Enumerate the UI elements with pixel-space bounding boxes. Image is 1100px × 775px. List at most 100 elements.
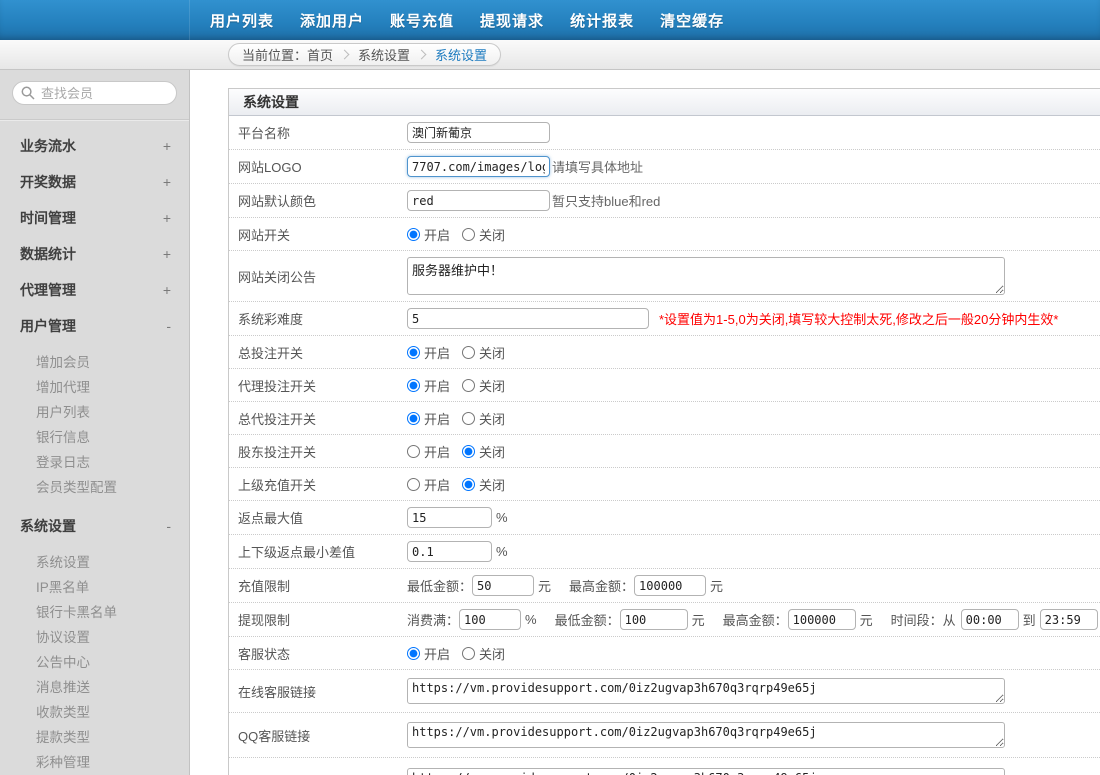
field-label: 网站默认颜色 [238, 191, 407, 210]
expand-icon[interactable]: + [163, 138, 171, 154]
sidebar-item-payment-type[interactable]: 收款类型 [0, 699, 189, 724]
radio-on[interactable] [407, 379, 420, 392]
qq-service-link-textarea[interactable]: https://vm.providesupport.com/0iz2ugvap3… [407, 722, 1005, 748]
online-service-link-textarea[interactable]: https://vm.providesupport.com/0iz2ugvap3… [407, 678, 1005, 704]
close-notice-textarea[interactable]: 服务器维护中！ [407, 257, 1005, 295]
sidebar-group-agent-management[interactable]: 代理管理 + [0, 272, 189, 308]
collapse-icon[interactable]: - [166, 318, 171, 334]
platform-name-input[interactable] [407, 122, 550, 143]
lottery-difficulty-input[interactable] [407, 308, 649, 329]
site-logo-input[interactable] [407, 156, 550, 177]
rebate-min-diff-input[interactable] [407, 541, 492, 562]
withdraw-consume-input[interactable] [459, 609, 521, 630]
main-content: 系统设置 平台名称 网站LOGO 请填写具体地址 网站默认颜色 [190, 70, 1100, 775]
radio-on[interactable] [407, 445, 420, 458]
site-color-input[interactable] [407, 190, 550, 211]
row-site-switch: 网站开关 开启 关闭 [229, 218, 1100, 251]
withdraw-time-to-input[interactable] [1040, 609, 1098, 630]
radio-option-on[interactable]: 开启 [407, 442, 450, 461]
row-qq-service-link: QQ客服链接 https://vm.providesupport.com/0iz… [229, 713, 1100, 758]
radio-on[interactable] [407, 228, 420, 241]
topnav-item-statistics-report[interactable]: 统计报表 [557, 10, 647, 31]
radio-off[interactable] [462, 647, 475, 660]
row-site-logo: 网站LOGO 请填写具体地址 [229, 150, 1100, 184]
withdraw-time-from-input[interactable] [961, 609, 1019, 630]
radio-on[interactable] [407, 478, 420, 491]
radio-on[interactable] [407, 647, 420, 660]
radio-off[interactable] [462, 478, 475, 491]
sidebar-item-agreement-settings[interactable]: 协议设置 [0, 624, 189, 649]
radio-option-off[interactable]: 关闭 [462, 475, 505, 494]
radio-option-off[interactable]: 关闭 [462, 409, 505, 428]
sidebar-group-data-statistics[interactable]: 数据统计 + [0, 236, 189, 272]
topnav-item-add-user[interactable]: 添加用户 [287, 10, 377, 31]
radio-off[interactable] [462, 445, 475, 458]
sidebar-item-user-list[interactable]: 用户列表 [0, 399, 189, 424]
sidebar-item-lottery-management[interactable]: 彩种管理 [0, 749, 189, 774]
topbar-logo-area [0, 0, 190, 40]
radio-option-on[interactable]: 开启 [407, 475, 450, 494]
radio-option-off[interactable]: 关闭 [462, 376, 505, 395]
sidebar-item-ip-blacklist[interactable]: IP黑名单 [0, 574, 189, 599]
expand-icon[interactable]: + [163, 282, 171, 298]
radio-option-on[interactable]: 开启 [407, 409, 450, 428]
row-total-bet-switch: 总投注开关 开启 关闭 [229, 336, 1100, 369]
sidebar-item-member-type-config[interactable]: 会员类型配置 [0, 474, 189, 499]
sidebar-group-time-management[interactable]: 时间管理 + [0, 200, 189, 236]
radio-option-on[interactable]: 开启 [407, 225, 450, 244]
extra-service-link-textarea[interactable]: https://vm.providesupport.com/0iz2ugvap3… [407, 768, 1005, 775]
group-label: 数据统计 [20, 244, 76, 264]
expand-icon[interactable]: + [163, 246, 171, 262]
radio-option-off[interactable]: 关闭 [462, 644, 505, 663]
sidebar-item-message-push[interactable]: 消息推送 [0, 674, 189, 699]
collapse-icon[interactable]: - [166, 518, 171, 534]
sidebar-group-lottery-data[interactable]: 开奖数据 + [0, 164, 189, 200]
sidebar-item-bankcard-blacklist[interactable]: 银行卡黑名单 [0, 599, 189, 624]
field-hint: 请填写具体地址 [552, 157, 643, 176]
sidebar-item-bank-info[interactable]: 银行信息 [0, 424, 189, 449]
row-service-status: 客服状态 开启 关闭 [229, 637, 1100, 670]
sidebar-item-login-log[interactable]: 登录日志 [0, 449, 189, 474]
recharge-min-input[interactable] [472, 575, 534, 596]
group-label: 系统设置 [20, 516, 76, 536]
radio-option-on[interactable]: 开启 [407, 644, 450, 663]
radio-off[interactable] [462, 379, 475, 392]
radio-off[interactable] [462, 228, 475, 241]
withdraw-min-input[interactable] [620, 609, 688, 630]
radio-off[interactable] [462, 346, 475, 359]
radio-option-off[interactable]: 关闭 [462, 343, 505, 362]
radio-option-on[interactable]: 开启 [407, 343, 450, 362]
field-label: 网站关闭公告 [238, 267, 407, 286]
recharge-max-input[interactable] [634, 575, 706, 596]
sidebar-item-announcement-center[interactable]: 公告中心 [0, 649, 189, 674]
expand-icon[interactable]: + [163, 210, 171, 226]
topnav-item-clear-cache[interactable]: 清空缓存 [647, 10, 737, 31]
radio-option-on[interactable]: 开启 [407, 376, 450, 395]
radio-label: 开启 [424, 644, 450, 663]
time-range-label: 时间段：从 [891, 610, 956, 629]
min-amount-label: 最低金额： [555, 610, 620, 629]
topnav-item-user-list[interactable]: 用户列表 [197, 10, 287, 31]
sidebar-group-user-management[interactable]: 用户管理 - [0, 308, 189, 344]
max-amount-label: 最高金额： [723, 610, 788, 629]
radio-off[interactable] [462, 412, 475, 425]
sidebar-group-system-settings[interactable]: 系统设置 - [0, 508, 189, 544]
sidebar-item-add-agent[interactable]: 增加代理 [0, 374, 189, 399]
rebate-max-input[interactable] [407, 507, 492, 528]
withdraw-max-input[interactable] [788, 609, 856, 630]
topnav-item-account-recharge[interactable]: 账号充值 [377, 10, 467, 31]
sidebar-menu: 业务流水 + 开奖数据 + 时间管理 + 数据统计 + 代理管理 + 用户管理 … [0, 121, 189, 775]
radio-option-off[interactable]: 关闭 [462, 225, 505, 244]
radio-option-off[interactable]: 关闭 [462, 442, 505, 461]
breadcrumb-link-system-settings[interactable]: 系统设置 [358, 45, 410, 64]
expand-icon[interactable]: + [163, 174, 171, 190]
search-input[interactable] [12, 81, 177, 105]
sidebar-group-business-flow[interactable]: 业务流水 + [0, 128, 189, 164]
sidebar-item-system-settings[interactable]: 系统设置 [0, 549, 189, 574]
breadcrumb-location: 当前位置：首页 [242, 45, 333, 64]
sidebar-item-withdraw-type[interactable]: 提款类型 [0, 724, 189, 749]
radio-on[interactable] [407, 412, 420, 425]
topnav-item-withdraw-request[interactable]: 提现请求 [467, 10, 557, 31]
sidebar-item-add-member[interactable]: 增加会员 [0, 349, 189, 374]
radio-on[interactable] [407, 346, 420, 359]
